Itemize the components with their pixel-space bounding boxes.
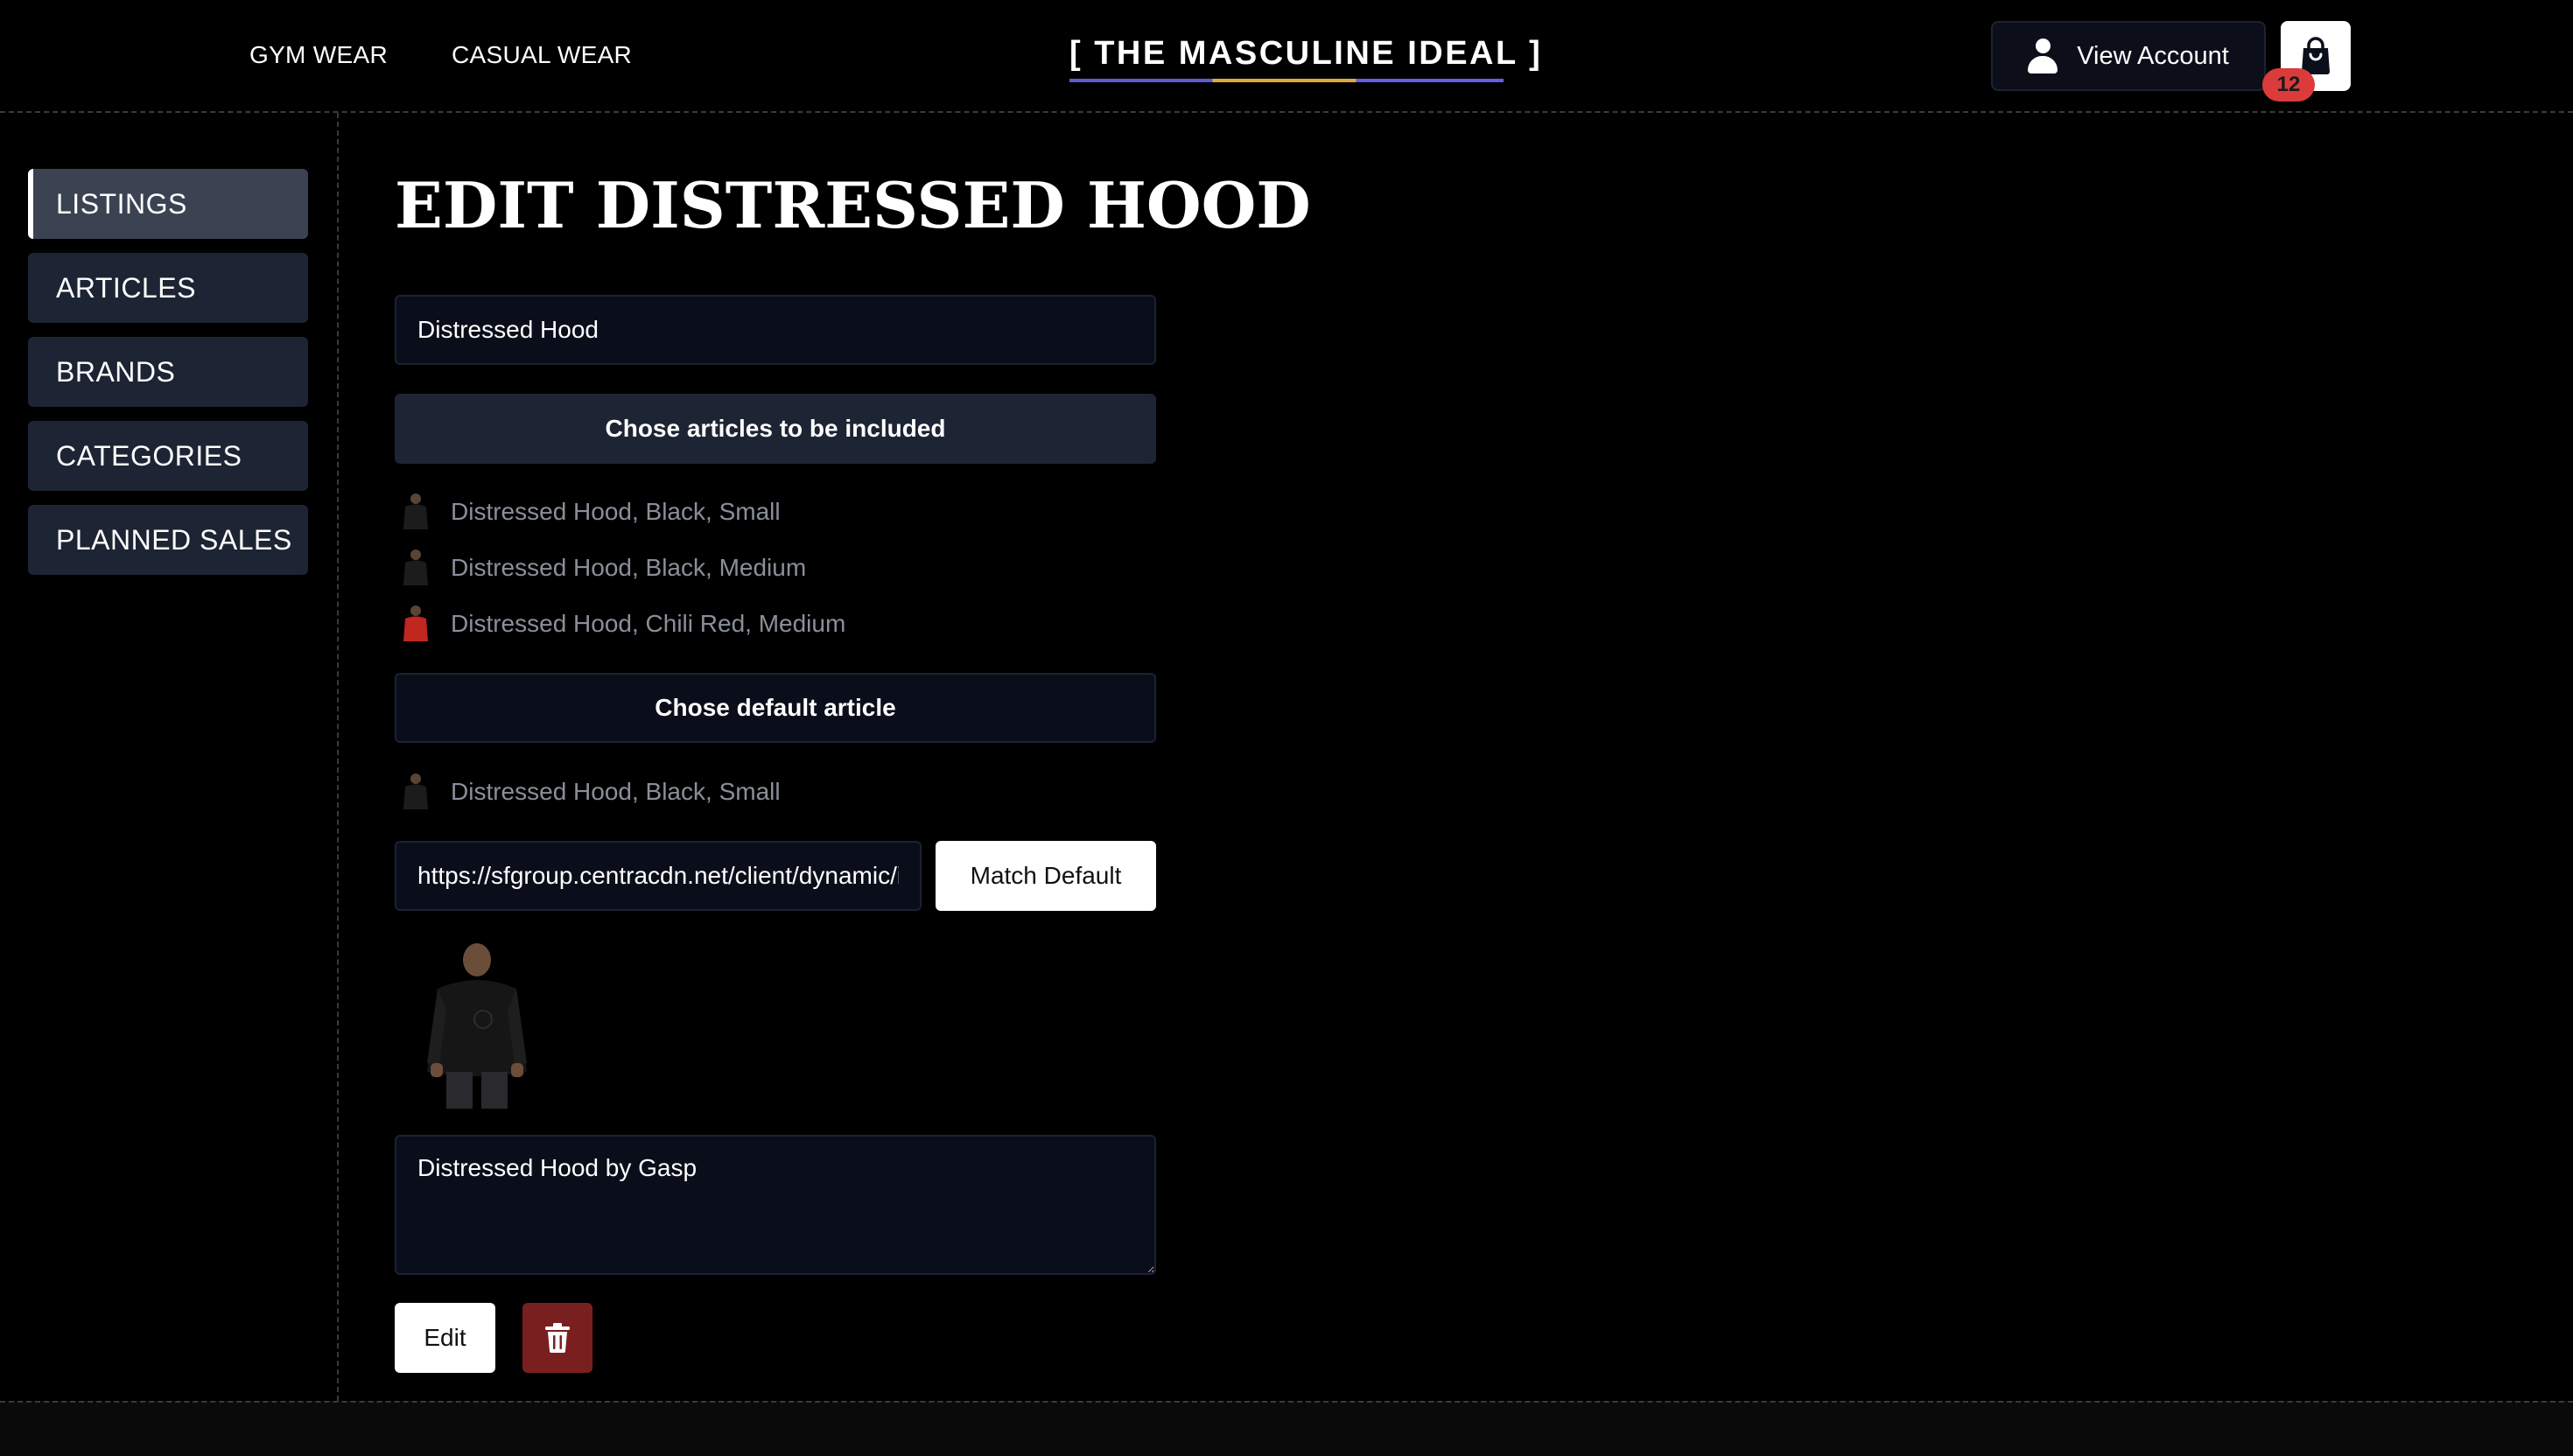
- edit-button[interactable]: Edit: [395, 1303, 495, 1373]
- article-thumbnail: [398, 771, 433, 813]
- image-url-input[interactable]: [395, 841, 922, 911]
- view-account-label: View Account: [2077, 41, 2229, 70]
- page-title: EDIT DISTRESSED HOOD: [395, 168, 1311, 242]
- article-thumbnail: [398, 491, 433, 533]
- nav-gym-wear[interactable]: GYM WEAR: [249, 40, 388, 70]
- delete-button[interactable]: [522, 1303, 592, 1373]
- listing-name-input[interactable]: [395, 295, 1156, 365]
- choose-default-article-button[interactable]: Chose default article: [395, 673, 1156, 743]
- top-header: GYM WEAR CASUAL WEAR [ THE MASCULINE IDE…: [0, 0, 2573, 113]
- included-article-item[interactable]: Distressed Hood, Black, Medium: [398, 546, 806, 590]
- sidebar-item-listings[interactable]: LISTINGS: [28, 169, 308, 239]
- choose-articles-button[interactable]: Chose articles to be included: [395, 394, 1156, 464]
- description-textarea[interactable]: Distressed Hood by Gasp: [395, 1135, 1156, 1275]
- cart-count-badge: 12: [2262, 68, 2315, 102]
- article-thumbnail: [398, 603, 433, 645]
- article-label: Distressed Hood, Black, Small: [451, 778, 781, 805]
- article-thumbnail: [398, 547, 433, 589]
- article-label: Distressed Hood, Black, Medium: [451, 554, 807, 581]
- sidebar-item-planned-sales[interactable]: PLANNED SALES: [28, 505, 308, 575]
- brand-title: [ THE MASCULINE IDEAL ]: [1069, 35, 1543, 72]
- sidebar-item-brands[interactable]: BRANDS: [28, 337, 308, 407]
- page-footer: [0, 1401, 2573, 1456]
- product-preview-image: [411, 941, 543, 1111]
- included-article-item[interactable]: Distressed Hood, Chili Red, Medium: [398, 602, 845, 646]
- trash-icon: [545, 1323, 570, 1353]
- sidebar-item-articles[interactable]: ARTICLES: [28, 253, 308, 323]
- brand-logo[interactable]: [ THE MASCULINE IDEAL ]: [1069, 32, 1543, 82]
- user-icon: [2028, 38, 2058, 74]
- default-article-item[interactable]: Distressed Hood, Black, Small: [398, 770, 781, 814]
- view-account-button[interactable]: View Account: [1991, 21, 2266, 91]
- article-label: Distressed Hood, Chili Red, Medium: [451, 610, 846, 637]
- included-article-item[interactable]: Distressed Hood, Black, Small: [398, 490, 781, 534]
- admin-sidebar: LISTINGS ARTICLES BRANDS CATEGORIES PLAN…: [0, 113, 339, 1401]
- match-default-button[interactable]: Match Default: [936, 841, 1156, 911]
- brand-underline: [1069, 79, 1504, 82]
- article-label: Distressed Hood, Black, Small: [451, 498, 781, 525]
- sidebar-item-categories[interactable]: CATEGORIES: [28, 421, 308, 491]
- nav-casual-wear[interactable]: CASUAL WEAR: [452, 40, 632, 70]
